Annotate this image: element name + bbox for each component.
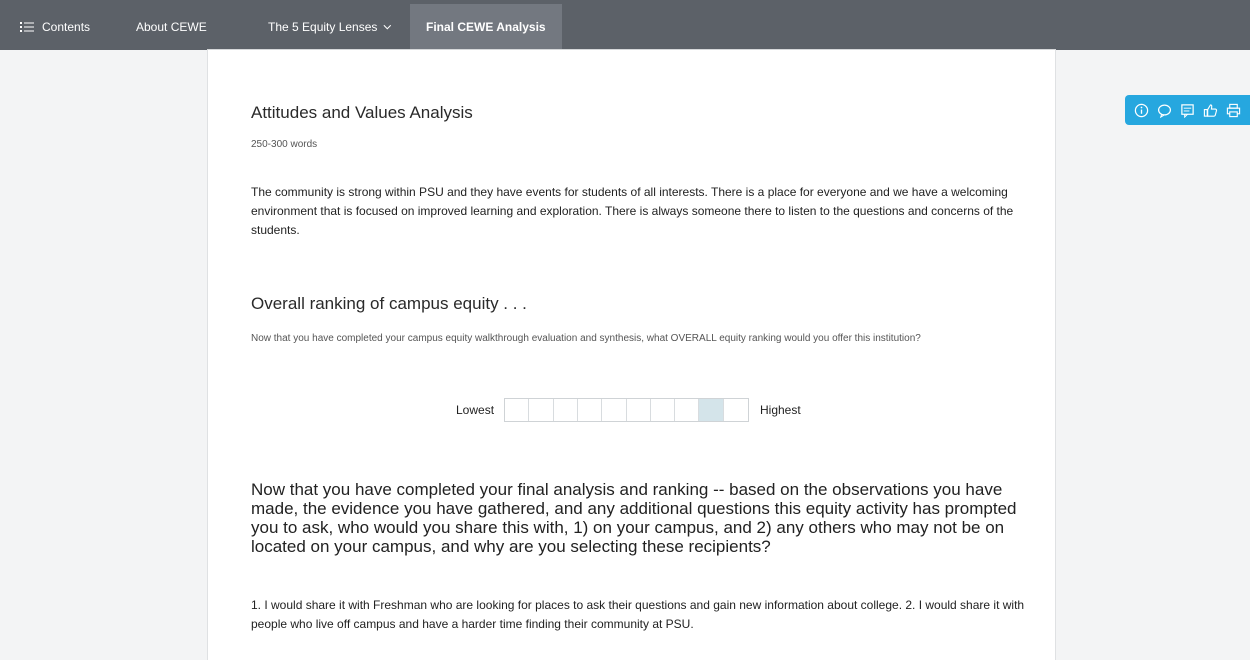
- floating-toolbar: [1125, 95, 1250, 125]
- info-button[interactable]: [1133, 102, 1150, 119]
- nav-final-analysis[interactable]: Final CEWE Analysis: [410, 4, 562, 50]
- print-icon: [1226, 103, 1241, 117]
- ranking-scale-cell-7[interactable]: [650, 399, 676, 421]
- attitudes-heading: Attitudes and Values Analysis: [251, 103, 473, 122]
- ranking-scale-row: Lowest Highest: [456, 398, 801, 422]
- ranking-scale-cell-5[interactable]: [602, 399, 627, 421]
- ranking-scale-cell-8[interactable]: [675, 399, 700, 421]
- notes-icon: [1181, 103, 1194, 118]
- share-question: Now that you have completed your final a…: [251, 480, 1017, 556]
- word-count-hint: 250-300 words: [251, 139, 318, 150]
- print-button[interactable]: [1225, 102, 1242, 119]
- like-button[interactable]: [1202, 102, 1219, 119]
- ranking-scale-cell-1[interactable]: [505, 399, 530, 421]
- thumbs-up-icon: [1203, 103, 1218, 117]
- ranking-scale-cell-4[interactable]: [577, 399, 603, 421]
- nav-final-label: Final CEWE Analysis: [426, 20, 546, 34]
- ranking-scale-cell-3[interactable]: [553, 399, 578, 421]
- comment-button[interactable]: [1156, 102, 1173, 119]
- ranking-scale-cell-10[interactable]: [723, 399, 748, 421]
- share-answer-text[interactable]: 1. I would share it with Freshman who ar…: [251, 596, 1031, 634]
- ranking-scale-cell-9[interactable]: [699, 399, 724, 421]
- ranking-heading: Overall ranking of campus equity . . .: [251, 294, 527, 313]
- notes-button[interactable]: [1179, 102, 1196, 119]
- attitudes-answer-text[interactable]: The community is strong within PSU and t…: [251, 183, 1031, 240]
- content-panel: [207, 50, 1056, 660]
- scale-high-label: Highest: [760, 403, 801, 417]
- top-navigation-bar: Contents About CEWE The 5 Equity Lenses …: [0, 0, 1250, 50]
- nav-contents[interactable]: Contents: [0, 4, 118, 50]
- nav-about-label: About CEWE: [136, 20, 207, 34]
- ranking-scale-cell-6[interactable]: [626, 399, 651, 421]
- nav-lenses-label: The 5 Equity Lenses: [268, 20, 378, 34]
- nav-about-cewe[interactable]: About CEWE: [118, 4, 248, 50]
- chevron-down-icon: [383, 24, 392, 30]
- ranking-scale-cell-2[interactable]: [529, 399, 554, 421]
- panel-divider: [207, 49, 1056, 50]
- comment-icon: [1157, 104, 1172, 118]
- info-icon: [1134, 103, 1149, 117]
- list-icon: [20, 22, 34, 32]
- ranking-prompt: Now that you have completed your campus …: [251, 333, 921, 344]
- nav-contents-label: Contents: [42, 20, 91, 34]
- ranking-scale: [504, 398, 749, 422]
- scale-low-label: Lowest: [456, 403, 495, 417]
- nav-equity-lenses-dropdown[interactable]: The 5 Equity Lenses: [250, 4, 410, 50]
